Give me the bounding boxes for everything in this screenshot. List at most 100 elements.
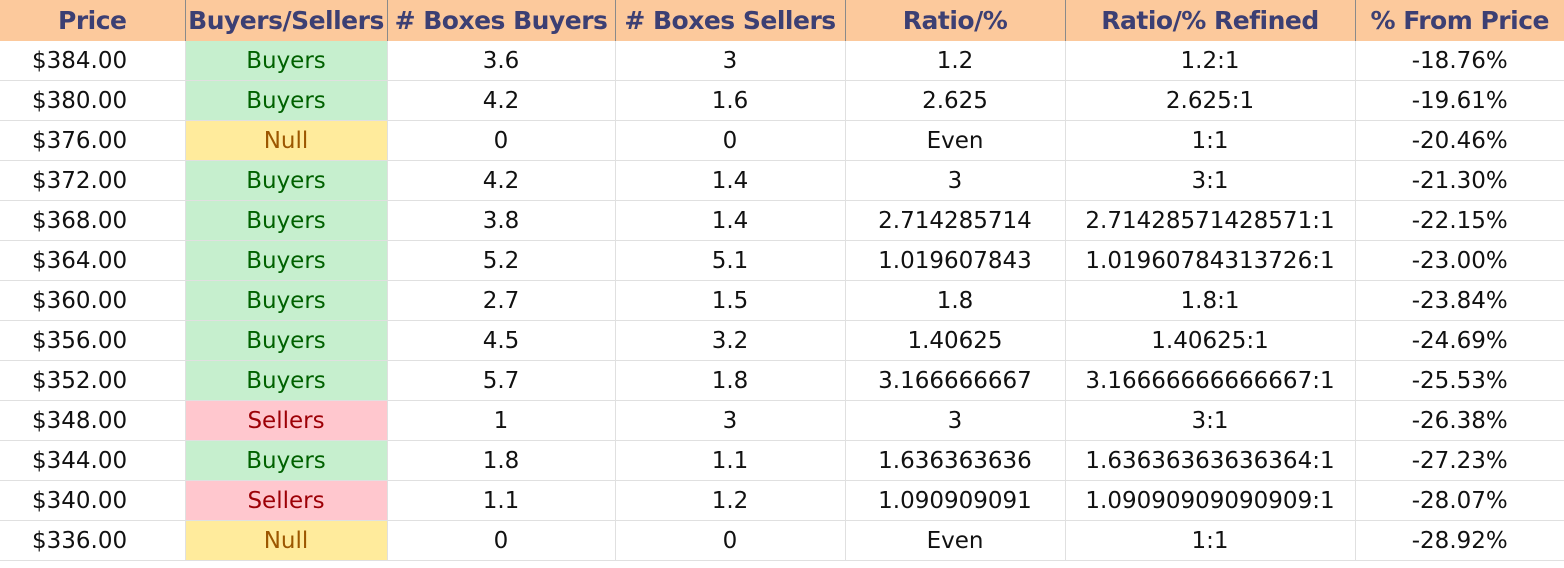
cell-boxes-sellers: 1.5: [615, 280, 846, 321]
cell-from-price: -28.92%: [1355, 520, 1564, 561]
table-body: $384.00 Buyers 3.6 3 1.2 1.2:1 -18.76% $380.00 B…: [0, 41, 1564, 561]
cell-ratio: 3: [845, 400, 1066, 441]
cell-buyers-sellers: Buyers: [185, 440, 388, 481]
cell-buyers-sellers: Null: [185, 120, 388, 161]
cell-boxes-sellers: 3: [615, 41, 846, 81]
table-row: $356.00 Buyers 4.5 3.2 1.40625 1.40625:1 -24.6…: [0, 320, 1564, 361]
cell-boxes-buyers: 1: [387, 400, 616, 441]
cell-boxes-sellers: 1.4: [615, 200, 846, 241]
cell-from-price: -23.00%: [1355, 240, 1564, 281]
cell-ratio-refined: 1.40625:1: [1065, 320, 1356, 361]
cell-ratio: 2.714285714: [845, 200, 1066, 241]
header-boxes-sellers: # Boxes Sellers: [615, 0, 846, 41]
cell-from-price: -18.76%: [1355, 41, 1564, 81]
header-boxes-buyers: # Boxes Buyers: [387, 0, 616, 41]
cell-buyers-sellers: Null: [185, 520, 388, 561]
cell-ratio: 1.8: [845, 280, 1066, 321]
cell-from-price: -28.07%: [1355, 480, 1564, 521]
cell-price: $348.00: [0, 400, 186, 441]
cell-buyers-sellers: Buyers: [185, 160, 388, 201]
cell-from-price: -27.23%: [1355, 440, 1564, 481]
table-row: $372.00 Buyers 4.2 1.4 3 3:1 -21.30%: [0, 160, 1564, 201]
table-row: $364.00 Buyers 5.2 5.1 1.019607843 1.01960784…: [0, 240, 1564, 281]
cell-price: $344.00: [0, 440, 186, 481]
cell-boxes-buyers: 5.7: [387, 360, 616, 401]
cell-from-price: -26.38%: [1355, 400, 1564, 441]
cell-price: $360.00: [0, 280, 186, 321]
price-level-table: Price Buyers/Sellers # Boxes Buyers # Bo…: [0, 0, 1564, 561]
cell-ratio-refined: 1.01960784313726:1: [1065, 240, 1356, 281]
cell-ratio: 1.2: [845, 41, 1066, 81]
table-row: $348.00 Sellers 1 3 3 3:1 -26.38%: [0, 400, 1564, 441]
cell-buyers-sellers: Buyers: [185, 280, 388, 321]
cell-buyers-sellers: Sellers: [185, 480, 388, 521]
cell-ratio-refined: 2.625:1: [1065, 80, 1356, 121]
cell-buyers-sellers: Buyers: [185, 360, 388, 401]
cell-ratio-refined: 3.16666666666667:1: [1065, 360, 1356, 401]
cell-ratio: 1.019607843: [845, 240, 1066, 281]
cell-price: $340.00: [0, 480, 186, 521]
header-ratio-refined: Ratio/% Refined: [1065, 0, 1356, 41]
cell-from-price: -23.84%: [1355, 280, 1564, 321]
cell-boxes-sellers: 1.4: [615, 160, 846, 201]
cell-boxes-buyers: 0: [387, 520, 616, 561]
cell-boxes-buyers: 1.1: [387, 480, 616, 521]
cell-boxes-sellers: 1.1: [615, 440, 846, 481]
cell-price: $352.00: [0, 360, 186, 401]
header-row: Price Buyers/Sellers # Boxes Buyers # Bo…: [0, 0, 1564, 41]
cell-ratio: Even: [845, 120, 1066, 161]
table-row: $352.00 Buyers 5.7 1.8 3.166666667 3.16666666…: [0, 360, 1564, 401]
header-buyers-sellers: Buyers/Sellers: [185, 0, 388, 41]
cell-buyers-sellers: Sellers: [185, 400, 388, 441]
cell-from-price: -19.61%: [1355, 80, 1564, 121]
table-row: $344.00 Buyers 1.8 1.1 1.636363636 1.63636363…: [0, 440, 1564, 481]
header-price: Price: [0, 0, 186, 41]
table-row: $380.00 Buyers 4.2 1.6 2.625 2.625:1 -19.61%: [0, 80, 1564, 121]
table-row: $360.00 Buyers 2.7 1.5 1.8 1.8:1 -23.84%: [0, 280, 1564, 321]
cell-boxes-buyers: 4.2: [387, 160, 616, 201]
cell-boxes-buyers: 3.8: [387, 200, 616, 241]
cell-from-price: -20.46%: [1355, 120, 1564, 161]
cell-boxes-sellers: 1.2: [615, 480, 846, 521]
cell-buyers-sellers: Buyers: [185, 320, 388, 361]
cell-ratio-refined: 2.71428571428571:1: [1065, 200, 1356, 241]
cell-from-price: -21.30%: [1355, 160, 1564, 201]
cell-buyers-sellers: Buyers: [185, 240, 388, 281]
cell-boxes-buyers: 4.5: [387, 320, 616, 361]
cell-ratio: 2.625: [845, 80, 1066, 121]
cell-boxes-sellers: 1.6: [615, 80, 846, 121]
cell-boxes-buyers: 1.8: [387, 440, 616, 481]
cell-boxes-sellers: 3: [615, 400, 846, 441]
cell-boxes-buyers: 4.2: [387, 80, 616, 121]
cell-boxes-buyers: 3.6: [387, 41, 616, 81]
cell-price: $356.00: [0, 320, 186, 361]
cell-ratio-refined: 1.2:1: [1065, 41, 1356, 81]
cell-price: $380.00: [0, 80, 186, 121]
cell-ratio: 3.166666667: [845, 360, 1066, 401]
cell-price: $376.00: [0, 120, 186, 161]
cell-boxes-buyers: 2.7: [387, 280, 616, 321]
cell-boxes-buyers: 0: [387, 120, 616, 161]
cell-ratio: 1.40625: [845, 320, 1066, 361]
cell-ratio: 3: [845, 160, 1066, 201]
cell-ratio-refined: 1.63636363636364:1: [1065, 440, 1356, 481]
cell-from-price: -24.69%: [1355, 320, 1564, 361]
cell-boxes-sellers: 3.2: [615, 320, 846, 361]
cell-boxes-sellers: 0: [615, 120, 846, 161]
cell-price: $368.00: [0, 200, 186, 241]
cell-boxes-buyers: 5.2: [387, 240, 616, 281]
cell-boxes-sellers: 0: [615, 520, 846, 561]
cell-buyers-sellers: Buyers: [185, 80, 388, 121]
table-row: $384.00 Buyers 3.6 3 1.2 1.2:1 -18.76%: [0, 41, 1564, 81]
cell-ratio: 1.636363636: [845, 440, 1066, 481]
cell-price: $364.00: [0, 240, 186, 281]
table-row: $368.00 Buyers 3.8 1.4 2.714285714 2.71428571…: [0, 200, 1564, 241]
cell-from-price: -22.15%: [1355, 200, 1564, 241]
cell-from-price: -25.53%: [1355, 360, 1564, 401]
cell-ratio-refined: 1:1: [1065, 520, 1356, 561]
cell-buyers-sellers: Buyers: [185, 41, 388, 81]
cell-ratio: 1.090909091: [845, 480, 1066, 521]
cell-ratio: Even: [845, 520, 1066, 561]
table-row: $376.00 Null 0 0 Even 1:1 -20.46%: [0, 120, 1564, 161]
cell-price: $336.00: [0, 520, 186, 561]
